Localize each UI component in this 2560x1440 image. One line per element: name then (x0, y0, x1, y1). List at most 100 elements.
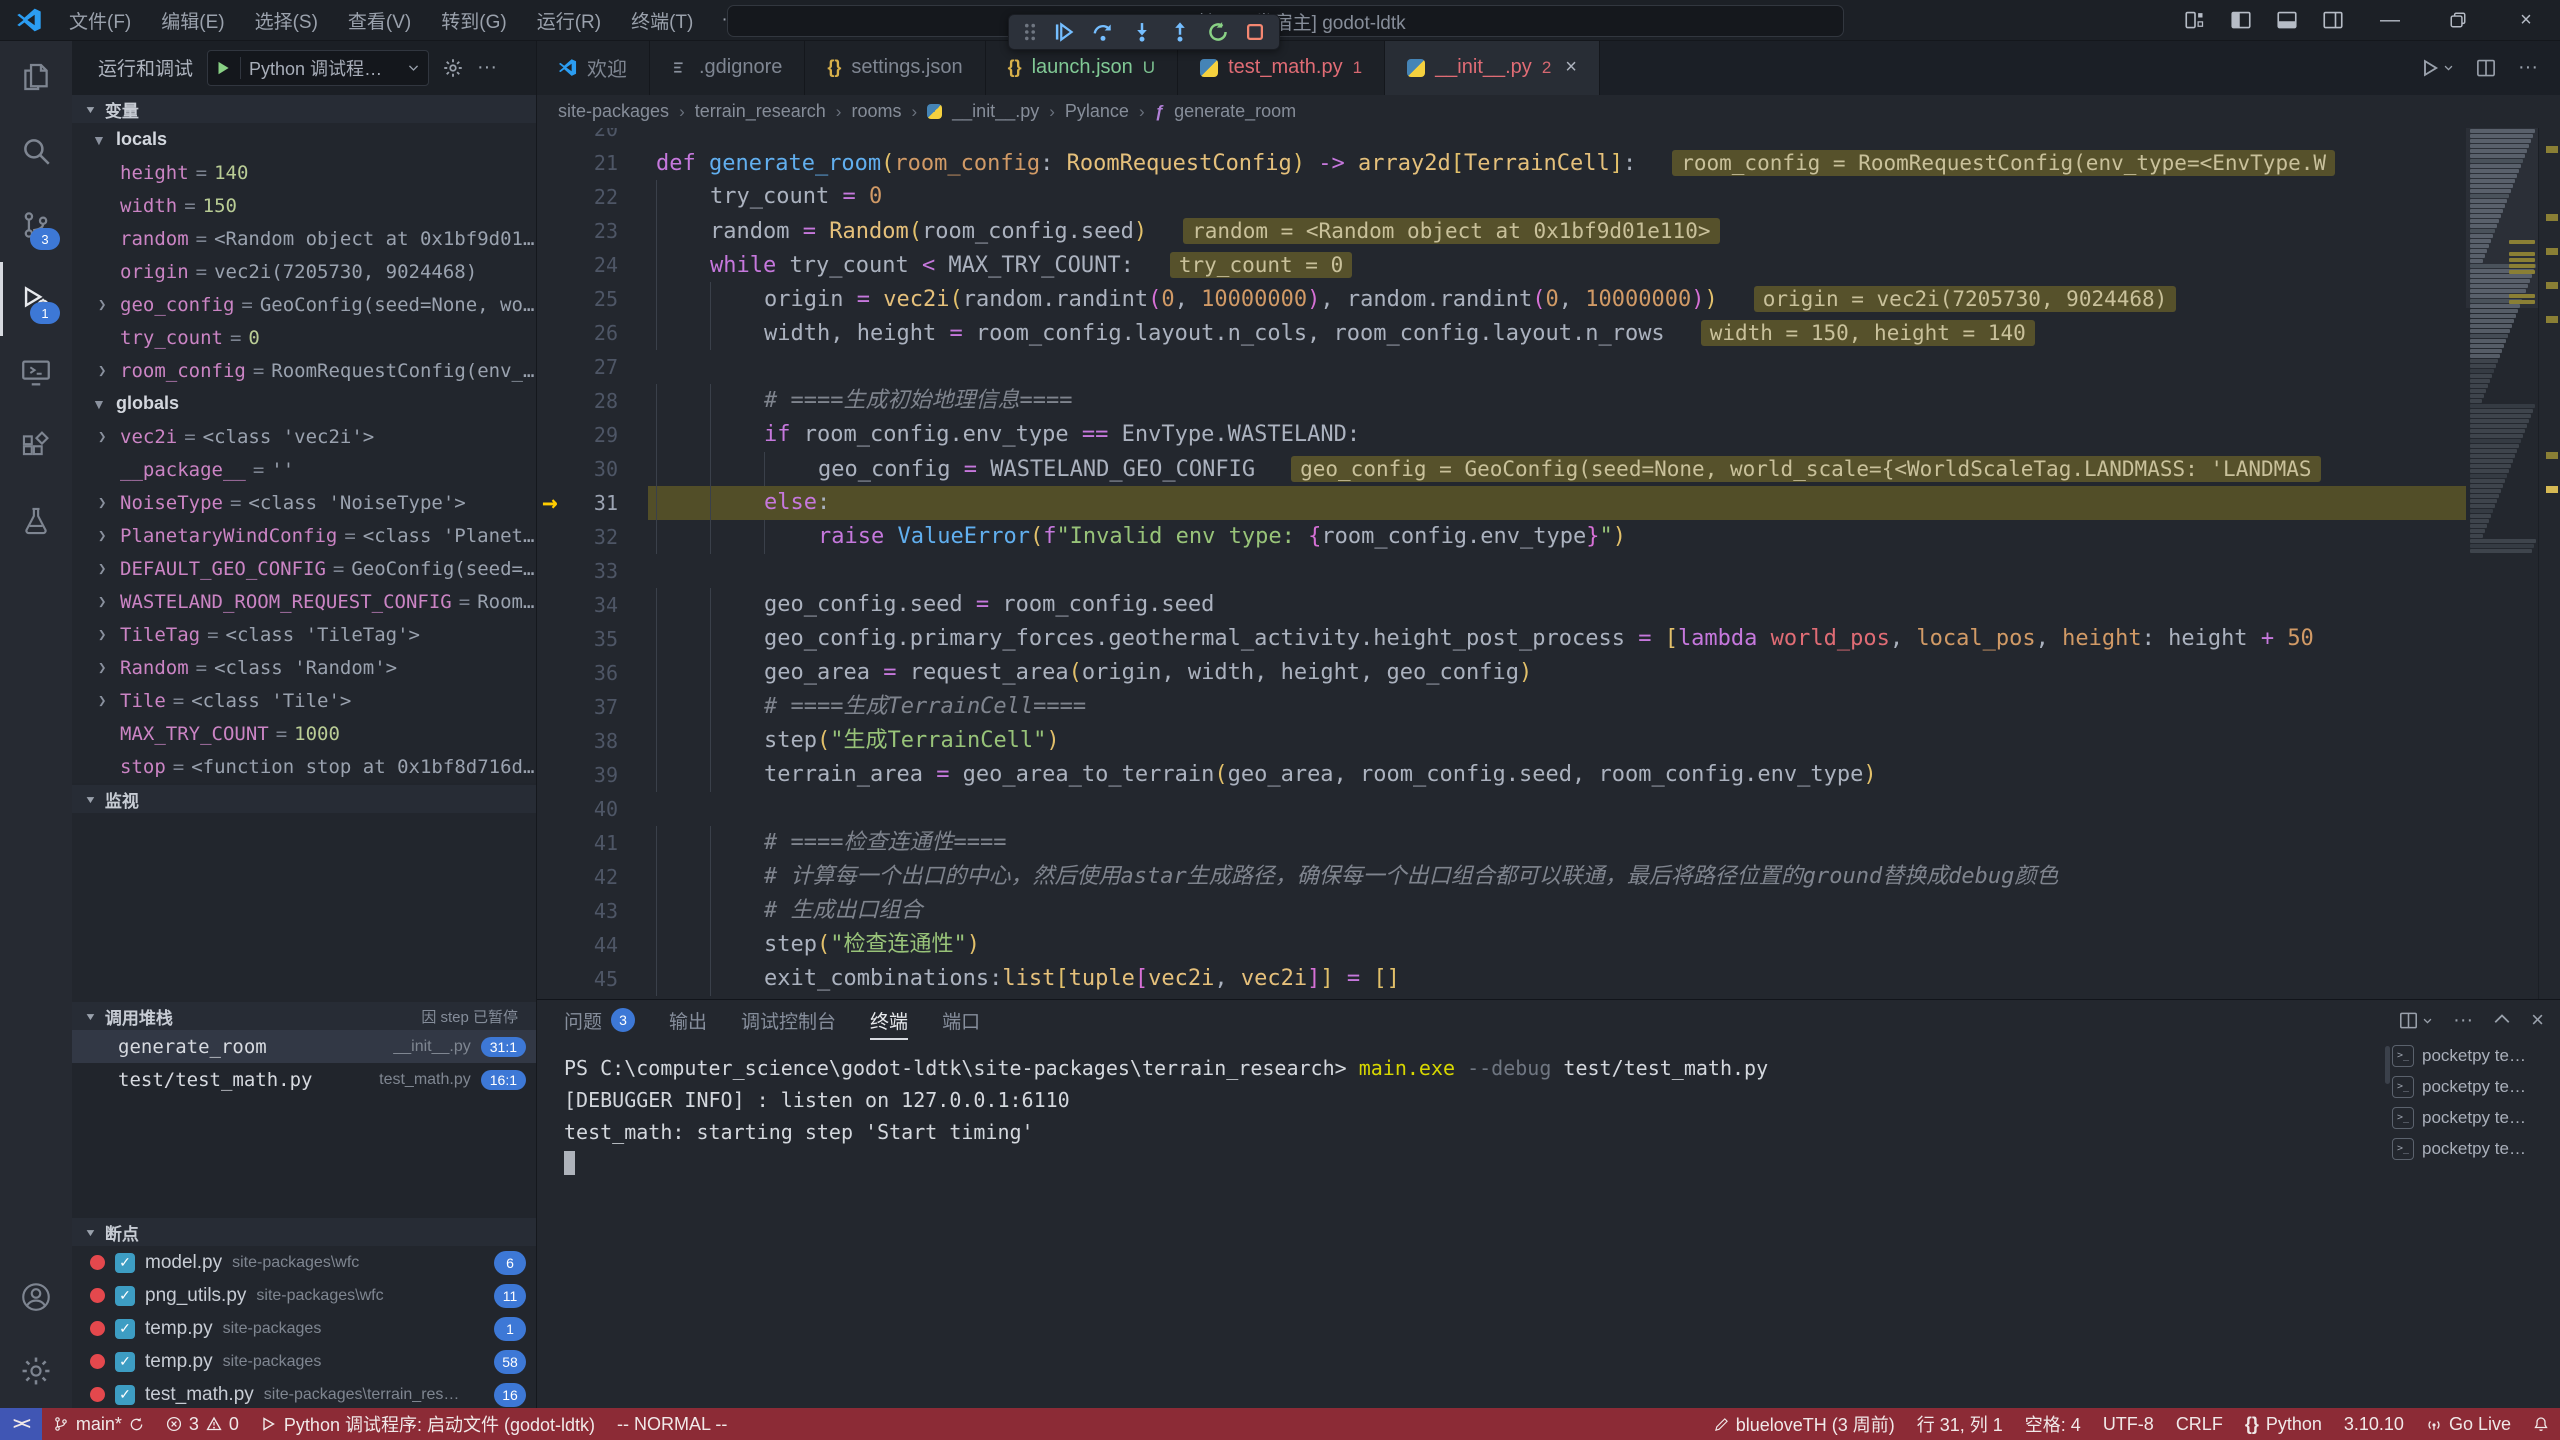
code-line-33[interactable]: 33 (536, 554, 2466, 588)
variable-row[interactable]: origin=vec2i(7205730, 9024468) (72, 255, 536, 288)
status-indentation[interactable]: 空格: 4 (2014, 1408, 2092, 1440)
variable-row[interactable]: ❯Tile=<class 'Tile'> (72, 684, 536, 717)
breakpoint-row[interactable]: ✓temp.pysite-packages1 (72, 1312, 536, 1345)
status-encoding[interactable]: UTF-8 (2092, 1408, 2165, 1440)
code-line-28[interactable]: 28# ====生成初始地理信息==== (536, 384, 2466, 418)
menu-item[interactable]: 运行(R) (524, 3, 614, 38)
status-git-blame[interactable]: blueloveTH (3 周前) (1703, 1408, 1906, 1440)
code-line-43[interactable]: 43# 生成出口组合 (536, 894, 2466, 928)
terminal-instance[interactable]: >_pocketpy te… (2392, 1133, 2552, 1164)
variable-row[interactable]: ❯vec2i=<class 'vec2i'> (72, 420, 536, 453)
activity-bar-account[interactable] (0, 1260, 72, 1334)
variable-row[interactable]: height=140 (72, 156, 536, 189)
code-line-35[interactable]: 35geo_config.primary_forces.geothermal_a… (536, 622, 2466, 656)
status-remote-indicator[interactable]: >< (0, 1408, 42, 1440)
toggle-sidebar-icon[interactable] (2218, 10, 2264, 30)
code-line-31[interactable]: →31else: (536, 486, 2466, 520)
status-debug-session[interactable]: Python 调试程序: 启动文件 (godot-ldtk) (250, 1408, 606, 1440)
breadcrumb-item[interactable]: site-packages (558, 101, 669, 122)
breakpoint-checkbox[interactable]: ✓ (115, 1319, 135, 1339)
minimap[interactable] (2466, 128, 2539, 999)
editor-more-actions-icon[interactable]: ··· (2518, 56, 2538, 79)
variables-group-locals[interactable]: ▼locals (72, 123, 536, 156)
maximize-panel-icon[interactable] (2493, 1011, 2511, 1029)
status-python-version[interactable]: 3.10.10 (2333, 1408, 2415, 1440)
tab-.gdignore[interactable]: .gdignore (650, 40, 805, 95)
minimize-button[interactable]: — (2356, 0, 2424, 40)
panel-tab-调试控制台[interactable]: 调试控制台 (741, 1000, 836, 1040)
status-go-live[interactable]: Go Live (2415, 1408, 2522, 1440)
terminal-instance[interactable]: >_pocketpy te… (2392, 1102, 2552, 1133)
breakpoint-checkbox[interactable]: ✓ (115, 1253, 135, 1273)
code-line-23[interactable]: 23random = Random(room_config.seed)rando… (536, 214, 2466, 248)
code-line-21[interactable]: 21def generate_room(room_config: RoomReq… (536, 146, 2466, 180)
activity-bar-source-control[interactable]: 3 (0, 188, 72, 262)
variable-row[interactable]: ❯geo_config=GeoConfig(seed=None, wor… (72, 288, 536, 321)
breakpoint-checkbox[interactable]: ✓ (115, 1352, 135, 1372)
activity-bar-run-debug[interactable]: 1 (0, 262, 72, 336)
tab-__init__.py[interactable]: __init__.py2× (1385, 40, 1600, 95)
debug-step-over-icon[interactable] (1091, 21, 1115, 43)
split-terminal-icon[interactable] (2399, 1011, 2433, 1030)
menu-item[interactable]: 转到(G) (428, 3, 519, 38)
callstack-section-header[interactable]: ▼调用堆栈 因 step 已暂停 (72, 1002, 536, 1030)
breakpoint-checkbox[interactable]: ✓ (115, 1385, 135, 1405)
terminal-instance[interactable]: >_pocketpy te… (2392, 1071, 2552, 1102)
variable-row[interactable]: random=<Random object at 0x1bf9d01e… (72, 222, 536, 255)
breadcrumb-item[interactable]: rooms (851, 101, 901, 122)
code-line-32[interactable]: 32raise ValueError(f"Invalid env type: {… (536, 520, 2466, 554)
status-git-branch[interactable]: main* (42, 1408, 155, 1440)
code-line-36[interactable]: 36geo_area = request_area(origin, width,… (536, 656, 2466, 690)
variable-row[interactable]: ❯Random=<class 'Random'> (72, 651, 536, 684)
status-cursor-position[interactable]: 行 31, 列 1 (1906, 1408, 2014, 1440)
menu-item[interactable]: 编辑(E) (148, 3, 237, 38)
breadcrumb-item[interactable]: generate_room (1174, 101, 1296, 122)
variable-row[interactable]: ❯DEFAULT_GEO_CONFIG=GeoConfig(seed=1… (72, 552, 536, 585)
variable-row[interactable]: MAX_TRY_COUNT=1000 (72, 717, 536, 750)
activity-bar-search[interactable] (0, 114, 72, 188)
run-python-file-icon[interactable] (2420, 58, 2454, 78)
restore-button[interactable] (2424, 0, 2492, 40)
code-line-45[interactable]: 45exit_combinations:list[tuple[vec2i, ve… (536, 962, 2466, 996)
code-line-34[interactable]: 34geo_config.seed = room_config.seed (536, 588, 2466, 622)
breakpoint-row[interactable]: ✓model.pysite-packages\wfc6 (72, 1246, 536, 1279)
terminal-output[interactable]: PS C:\computer_science\godot-ldtk\site-p… (564, 1052, 2380, 1400)
breakpoint-row[interactable]: ✓temp.pysite-packages58 (72, 1345, 536, 1378)
activity-bar-settings-gear[interactable] (0, 1334, 72, 1408)
status-vim-mode[interactable]: -- NORMAL -- (606, 1408, 738, 1440)
code-line-24[interactable]: 24while try_count < MAX_TRY_COUNT:try_co… (536, 248, 2466, 282)
status-language-mode[interactable]: {}Python (2234, 1408, 2333, 1440)
variable-row[interactable]: ❯TileTag=<class 'TileTag'> (72, 618, 536, 651)
code-line-30[interactable]: 30geo_config = WASTELAND_GEO_CONFIGgeo_c… (536, 452, 2466, 486)
start-debug-icon[interactable] (214, 59, 232, 77)
panel-tab-终端[interactable]: 终端 (870, 1000, 908, 1040)
tab-欢迎[interactable]: 欢迎 (536, 40, 650, 95)
terminal-scrollbar[interactable] (2385, 1046, 2390, 1084)
terminal-instance[interactable]: >_pocketpy te… (2392, 1040, 2552, 1071)
code-line-20[interactable]: 20 (536, 128, 2466, 146)
debug-continue-icon[interactable] (1053, 21, 1075, 43)
close-panel-icon[interactable]: × (2531, 1007, 2544, 1033)
code-line-41[interactable]: 41# ====检查连通性==== (536, 826, 2466, 860)
toggle-panel-icon[interactable] (2264, 10, 2310, 30)
breakpoint-checkbox[interactable]: ✓ (115, 1286, 135, 1306)
variable-row[interactable]: ❯room_config=RoomRequestConfig(env_t… (72, 354, 536, 387)
debug-config-dropdown[interactable]: Python 调试程序: 启动 (207, 50, 429, 86)
minimap-viewport[interactable] (2466, 128, 2539, 308)
breadcrumb-item[interactable]: __init__.py (952, 101, 1039, 122)
toggle-secondary-sidebar-icon[interactable] (2310, 10, 2356, 30)
breakpoint-row[interactable]: ✓test_math.pysite-packages\terrain_res…1… (72, 1378, 536, 1408)
variables-group-globals[interactable]: ▼globals (72, 387, 536, 420)
code-line-38[interactable]: 38step("生成TerrainCell") (536, 724, 2466, 758)
menu-item[interactable]: 文件(F) (56, 3, 144, 38)
variable-row[interactable]: width=150 (72, 189, 536, 222)
variable-row[interactable]: ❯NoiseType=<class 'NoiseType'> (72, 486, 536, 519)
code-line-42[interactable]: 42# 计算每一个出口的中心，然后使用astar生成路径，确保每一个出口组合都可… (536, 860, 2466, 894)
close-window-button[interactable]: × (2492, 0, 2560, 40)
code-line-29[interactable]: 29if room_config.env_type == EnvType.WAS… (536, 418, 2466, 452)
activity-bar-files[interactable] (0, 40, 72, 114)
watch-section-header[interactable]: ▼监视 (72, 785, 536, 813)
status-notifications[interactable] (2522, 1408, 2560, 1440)
debug-stop-icon[interactable] (1245, 22, 1265, 42)
code-line-37[interactable]: 37# ====生成TerrainCell==== (536, 690, 2466, 724)
